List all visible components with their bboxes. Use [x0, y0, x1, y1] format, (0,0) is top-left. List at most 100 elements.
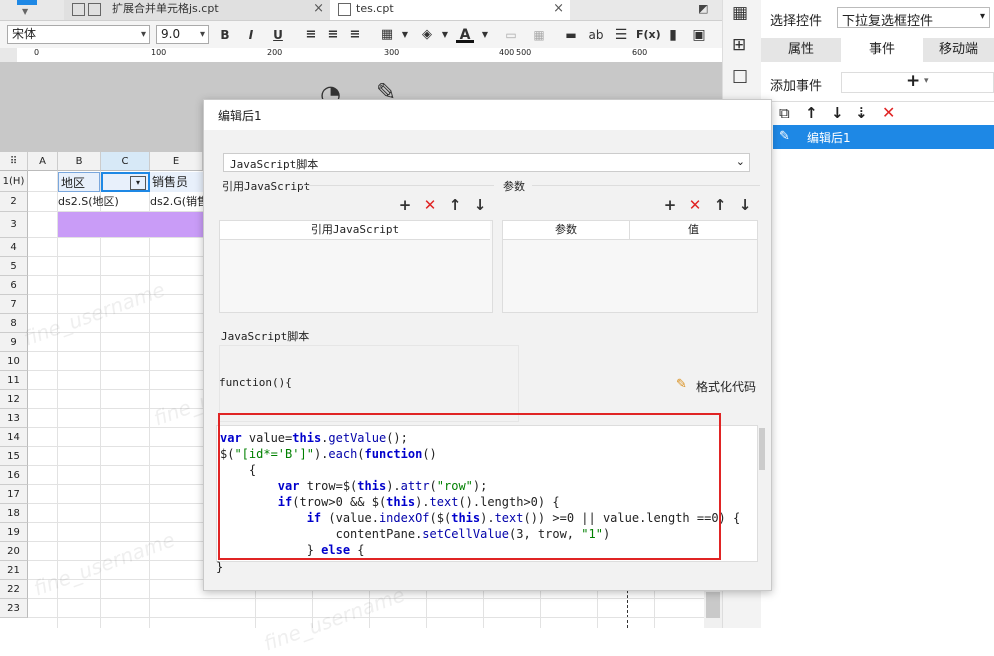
row-header[interactable]: 20 — [0, 542, 28, 561]
row-header[interactable]: 15 — [0, 447, 28, 466]
widget-settings-icon[interactable]: ⊞ — [732, 35, 746, 55]
chevron-down-icon: ▾ — [199, 29, 205, 40]
frame-icon[interactable]: □ — [732, 66, 748, 86]
unmerge-icon[interactable]: ▦ — [530, 26, 548, 44]
cell-b2[interactable]: ds2.S(地区) — [58, 193, 150, 211]
tab-file-2[interactable]: tes.cpt × — [330, 0, 570, 20]
tab-mobile[interactable]: 移动端 — [923, 38, 994, 62]
arrow-up-icon[interactable]: ↑ — [447, 197, 463, 213]
row-header[interactable]: 1(H) — [0, 171, 28, 192]
chevron-down-icon: ▾ — [140, 29, 146, 40]
row-header[interactable]: 22 — [0, 580, 28, 599]
cell-attribute-icon[interactable]: ▦ — [732, 3, 748, 23]
chevron-down-icon[interactable]: ▼ — [436, 26, 454, 44]
event-list-item[interactable]: ✎ 编辑后1 — [773, 125, 994, 149]
copy-icon[interactable]: ⧉ — [779, 104, 790, 122]
row-header[interactable]: 6 — [0, 276, 28, 295]
column-header-c[interactable]: C — [101, 152, 150, 171]
grid-icon — [72, 3, 85, 16]
cell-b1[interactable]: 地区 — [58, 172, 100, 192]
formula-icon[interactable]: F(x) — [636, 26, 661, 44]
font-select[interactable]: 宋体 ▾ — [7, 25, 150, 44]
tab-properties[interactable]: 属性 — [761, 38, 841, 62]
row-header[interactable]: 13 — [0, 409, 28, 428]
cell-e2[interactable]: ds2.G(销售 — [150, 193, 203, 211]
chevron-down-icon[interactable]: ▼ — [396, 26, 414, 44]
arrow-down-icon[interactable]: ↓ — [831, 104, 844, 122]
widget-select[interactable]: 下拉复选框控件 ▾ — [837, 7, 990, 29]
italic-button[interactable]: I — [242, 26, 260, 44]
param-header: 参数 — [503, 221, 630, 240]
report-icon — [88, 3, 101, 16]
row-header[interactable]: 17 — [0, 485, 28, 504]
align-left-icon[interactable]: ≡ — [302, 26, 320, 44]
editor-scroll-thumb[interactable] — [759, 428, 765, 470]
script-type-select[interactable]: JavaScript脚本 ⌄ — [223, 153, 750, 172]
tab-label: 扩展合并单元格js.cpt — [112, 2, 219, 15]
row-header[interactable]: 2 — [0, 192, 28, 212]
row-header[interactable]: 4 — [0, 238, 28, 257]
add-icon[interactable]: + — [662, 197, 678, 213]
column-header-e[interactable]: E — [150, 152, 203, 171]
font-color-icon[interactable]: A — [456, 26, 474, 43]
fill-color-icon[interactable]: ◈ — [418, 26, 436, 44]
param-section-label: 参数 — [503, 180, 525, 193]
row-header[interactable]: 7 — [0, 295, 28, 314]
row-header[interactable]: 10 — [0, 352, 28, 371]
insert-row-icon[interactable]: ▬ — [562, 26, 580, 44]
ref-js-section-label: 引用JavaScript — [222, 180, 311, 193]
row-header[interactable]: 19 — [0, 523, 28, 542]
add-event-select[interactable]: + ▾ — [841, 71, 994, 93]
cell-c1[interactable]: ▾ — [101, 172, 150, 192]
move-bottom-icon[interactable]: ⇣ — [855, 104, 868, 122]
chevron-down-icon[interactable]: ▼ — [476, 26, 494, 44]
paragraph-icon[interactable]: ☰ — [612, 26, 630, 44]
row-header[interactable]: 18 — [0, 504, 28, 523]
row-header[interactable]: 3 — [0, 212, 28, 238]
row-header[interactable]: 5 — [0, 257, 28, 276]
row-header[interactable]: 23 — [0, 599, 28, 618]
text-icon[interactable]: ab — [586, 26, 606, 44]
grid-corner[interactable]: ⠿ — [0, 152, 28, 171]
row-header[interactable]: 12 — [0, 390, 28, 409]
param-table[interactable]: 参数 值 — [502, 220, 758, 313]
align-center-icon[interactable]: ≡ — [324, 26, 342, 44]
row-header[interactable]: 11 — [0, 371, 28, 390]
close-icon[interactable]: × — [553, 0, 564, 18]
image-icon[interactable]: ▣ — [690, 26, 708, 44]
delete-icon[interactable]: ✕ — [882, 103, 895, 122]
pin-icon[interactable]: ◩ — [698, 2, 708, 15]
delete-icon[interactable]: ✕ — [687, 197, 703, 213]
tab-bar: ▼ 扩展合并单元格js.cpt × tes.cpt × ◩ — [0, 0, 722, 21]
tab-events[interactable]: 事件 — [841, 38, 923, 62]
highlight-row-3[interactable] — [58, 212, 203, 237]
watermark: fine_username — [260, 582, 408, 656]
column-header-a[interactable]: A — [28, 152, 58, 171]
cell-e1[interactable]: 销售员 — [150, 172, 203, 192]
ruler-tick: 0 — [34, 48, 40, 57]
arrow-down-icon[interactable]: ↓ — [472, 197, 488, 213]
underline-button[interactable]: U — [269, 26, 287, 44]
row-header[interactable]: 14 — [0, 428, 28, 447]
ref-js-table[interactable]: 引用JavaScript — [219, 220, 493, 313]
scrollbar-thumb[interactable] — [706, 592, 720, 618]
row-header[interactable]: 16 — [0, 466, 28, 485]
ref-js-header: 引用JavaScript — [220, 221, 490, 240]
column-header-b[interactable]: B — [58, 152, 101, 171]
add-icon[interactable]: + — [397, 197, 413, 213]
tab-file-1[interactable]: 扩展合并单元格js.cpt × — [64, 0, 330, 20]
bold-button[interactable]: B — [216, 26, 234, 44]
merge-icon[interactable]: ▭ — [502, 26, 520, 44]
add-file-button[interactable]: ▼ — [0, 0, 56, 20]
arrow-up-icon[interactable]: ↑ — [805, 104, 818, 122]
border-icon[interactable]: ▦ — [378, 26, 396, 44]
chart-icon[interactable]: ▮ — [664, 26, 682, 44]
font-size-select[interactable]: 9.0 ▾ — [156, 25, 209, 44]
align-right-icon[interactable]: ≡ — [346, 26, 364, 44]
ruler: 0 100 200 300 400 500 600 — [17, 48, 722, 63]
delete-icon[interactable]: ✕ — [422, 197, 438, 213]
close-icon[interactable]: × — [313, 0, 324, 18]
row-header[interactable]: 21 — [0, 561, 28, 580]
arrow-down-icon[interactable]: ↓ — [737, 197, 753, 213]
arrow-up-icon[interactable]: ↑ — [712, 197, 728, 213]
